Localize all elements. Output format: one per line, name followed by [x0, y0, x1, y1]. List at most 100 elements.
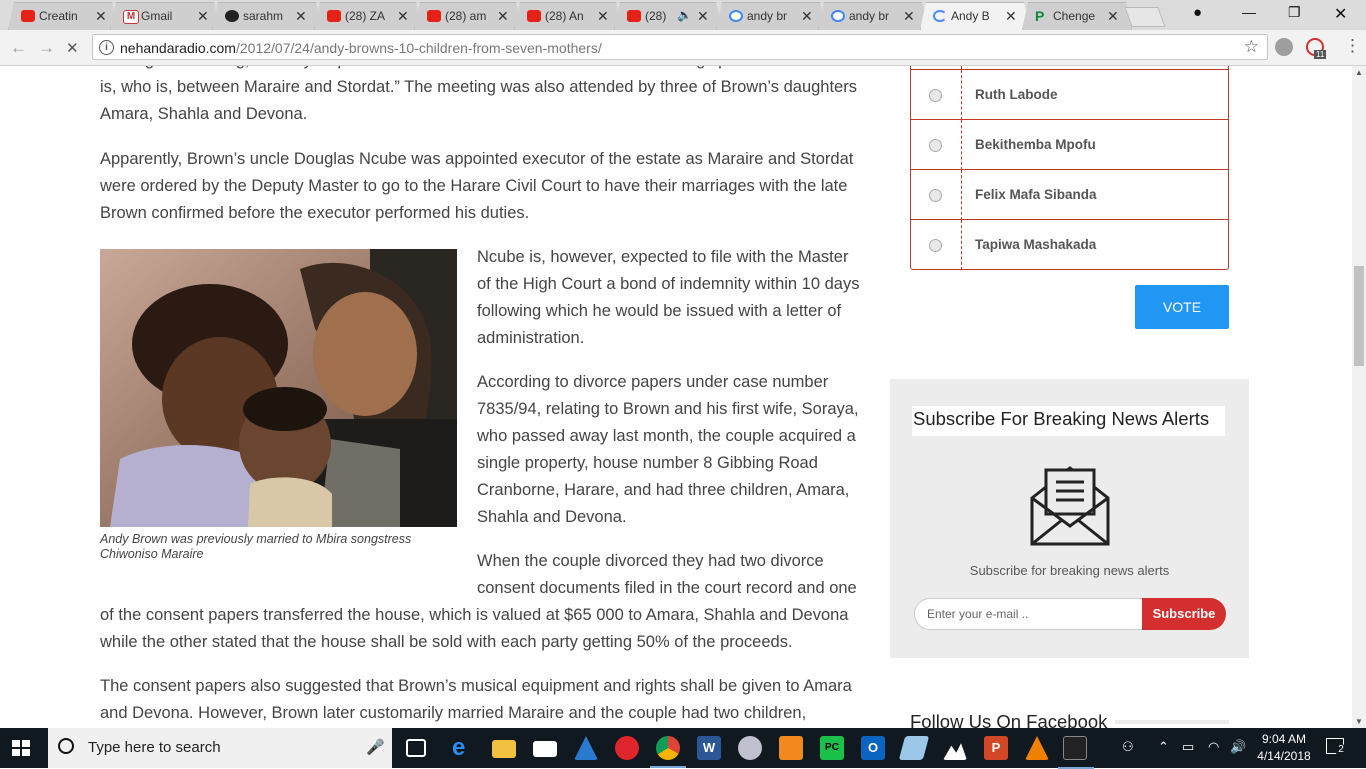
- close-tab-icon[interactable]: ✕: [697, 8, 709, 25]
- forward-icon[interactable]: →: [38, 38, 55, 58]
- wifi-icon[interactable]: ◠: [1208, 739, 1219, 755]
- tab[interactable]: (28) am ✕: [414, 2, 522, 30]
- vlc-icon[interactable]: [1025, 736, 1049, 760]
- email-field[interactable]: Enter your e-mail ..: [914, 598, 1144, 630]
- poll-radio[interactable]: [929, 139, 942, 152]
- subscribe-button[interactable]: Subscribe: [1142, 598, 1226, 630]
- stop-icon[interactable]: ✕: [66, 39, 79, 57]
- action-center-icon[interactable]: 2: [1326, 738, 1347, 756]
- clock-date: 4/14/2018: [1257, 749, 1311, 763]
- tab[interactable]: andy br ✕: [716, 2, 826, 30]
- outlook-icon[interactable]: O: [861, 736, 885, 760]
- scroll-up-icon[interactable]: ▲: [1355, 68, 1363, 77]
- follow-facebook-title: Follow Us On Facebook: [910, 711, 1108, 728]
- close-tab-icon[interactable]: ✕: [197, 8, 209, 25]
- profile-icon[interactable]: ●: [1193, 4, 1202, 21]
- site-info-icon[interactable]: i: [99, 40, 114, 55]
- microphone-icon[interactable]: 🎤: [366, 738, 385, 756]
- edge-icon[interactable]: e: [452, 736, 476, 760]
- close-tab-icon[interactable]: ✕: [295, 8, 307, 25]
- task-view-icon[interactable]: [406, 739, 426, 757]
- notification-count: 2: [1335, 744, 1347, 756]
- terminal-icon[interactable]: [1058, 736, 1094, 769]
- word-icon[interactable]: W: [697, 736, 721, 760]
- chrome-icon[interactable]: [650, 736, 686, 768]
- tab[interactable]: M Gmail ✕: [110, 2, 220, 30]
- powerpoint-icon[interactable]: P: [984, 736, 1008, 760]
- back-icon[interactable]: ←: [10, 38, 27, 58]
- menu-icon[interactable]: ⋮: [1344, 36, 1361, 56]
- tab[interactable]: (28) An ✕: [514, 2, 622, 30]
- close-tab-icon[interactable]: ✕: [903, 8, 915, 25]
- extension-badge-icon[interactable]: 11: [1306, 38, 1327, 59]
- poll-option[interactable]: Bekithemba Mpofu: [911, 119, 1228, 170]
- speaker-icon: 🔈: [677, 8, 692, 22]
- extension-icon[interactable]: [1275, 38, 1293, 56]
- tab-active[interactable]: Andy B ✕: [920, 2, 1030, 30]
- github-icon: [225, 10, 239, 22]
- scrollbar-thumb[interactable]: [1354, 266, 1364, 366]
- poll-radio[interactable]: [929, 89, 942, 102]
- notes-icon[interactable]: [898, 736, 930, 760]
- poll-radio[interactable]: [929, 189, 942, 202]
- tab[interactable]: P Chenge ✕: [1022, 2, 1132, 30]
- scroll-down-icon[interactable]: ▼: [1355, 717, 1363, 726]
- article-paragraph: “During the meeting, the only dispute ra…: [100, 66, 857, 123]
- close-tab-icon[interactable]: ✕: [597, 8, 609, 25]
- poll-option-label: Felix Mafa Sibanda: [975, 187, 1097, 202]
- windows-start-icon[interactable]: [12, 740, 30, 756]
- tab[interactable]: (28) 🔈 ✕: [614, 2, 722, 30]
- poll-divider: [961, 120, 962, 170]
- minimize-icon[interactable]: —: [1242, 4, 1256, 20]
- poll-option[interactable]: Tapiwa Mashakada: [911, 219, 1228, 270]
- restore-icon[interactable]: ❐: [1288, 4, 1301, 21]
- vote-button[interactable]: VOTE: [1135, 285, 1229, 329]
- poll-divider: [961, 70, 962, 120]
- close-tab-icon[interactable]: ✕: [1005, 8, 1017, 25]
- poll-option[interactable]: Ruth Labode: [911, 69, 1228, 120]
- close-tab-icon[interactable]: ✕: [95, 8, 107, 25]
- tab[interactable]: (28) ZA ✕: [314, 2, 422, 30]
- page-scrollbar[interactable]: ▲ ▼: [1352, 66, 1366, 728]
- close-tab-icon[interactable]: ✕: [801, 8, 813, 25]
- taskbar-clock[interactable]: 9:04 AM 4/14/2018: [1252, 731, 1316, 765]
- chevron-up-icon[interactable]: ⌃: [1158, 739, 1169, 755]
- poll-option[interactable]: Felix Mafa Sibanda: [911, 169, 1228, 220]
- opera-icon[interactable]: [615, 736, 639, 760]
- poll-radio[interactable]: [929, 239, 942, 252]
- poll-option-label: Ruth Labode: [975, 87, 1058, 102]
- photos-icon[interactable]: [943, 743, 967, 760]
- tab[interactable]: Creatin ✕: [8, 2, 118, 30]
- poll-divider: [961, 66, 962, 69]
- article-paragraph: Ncube is, however, expected to file with…: [477, 248, 860, 347]
- file-explorer-icon[interactable]: [492, 740, 516, 758]
- people-icon[interactable]: ⚇: [1122, 739, 1134, 755]
- mail-icon[interactable]: [533, 741, 557, 757]
- poll-widget: Ruth Labode Bekithemba Mpofu Felix Mafa …: [910, 66, 1229, 270]
- close-tab-icon[interactable]: ✕: [497, 8, 509, 25]
- bookmark-star-icon[interactable]: ☆: [1244, 37, 1259, 57]
- tab-title: Gmail: [141, 9, 173, 23]
- tab[interactable]: sarahm ✕: [212, 2, 322, 30]
- poll-option-label: Tapiwa Mashakada: [975, 237, 1097, 252]
- taskbar-search[interactable]: Type here to search 🎤: [48, 728, 392, 768]
- pycharm-icon[interactable]: PC: [820, 736, 844, 760]
- article-paragraph: Apparently, Brown’s uncle Douglas Ncube …: [100, 150, 854, 222]
- tab[interactable]: andy br ✕: [818, 2, 928, 30]
- address-bar[interactable]: i nehandaradio.com/2012/07/24/andy-brown…: [92, 34, 1268, 60]
- search-placeholder: Type here to search: [88, 739, 221, 756]
- article-paragraph: of the consent papers transferred the ho…: [100, 606, 849, 651]
- url-path: /2012/07/24/andy-browns-10-children-from…: [235, 40, 602, 56]
- sublime-icon[interactable]: [779, 736, 803, 760]
- app-icon[interactable]: [574, 736, 598, 760]
- battery-icon[interactable]: ▭: [1182, 739, 1194, 755]
- volume-icon[interactable]: 🔊: [1230, 739, 1246, 755]
- close-tab-icon[interactable]: ✕: [1107, 8, 1119, 25]
- paint-icon[interactable]: [738, 736, 762, 760]
- web-page: “During the meeting, the only dispute ra…: [0, 66, 1352, 728]
- article-paragraph: When the couple divorced they had two di…: [477, 552, 857, 597]
- new-tab-button[interactable]: [1124, 7, 1166, 27]
- close-tab-icon[interactable]: ✕: [397, 8, 409, 25]
- tab-title: sarahm: [243, 9, 284, 23]
- close-window-icon[interactable]: ✕: [1334, 4, 1347, 24]
